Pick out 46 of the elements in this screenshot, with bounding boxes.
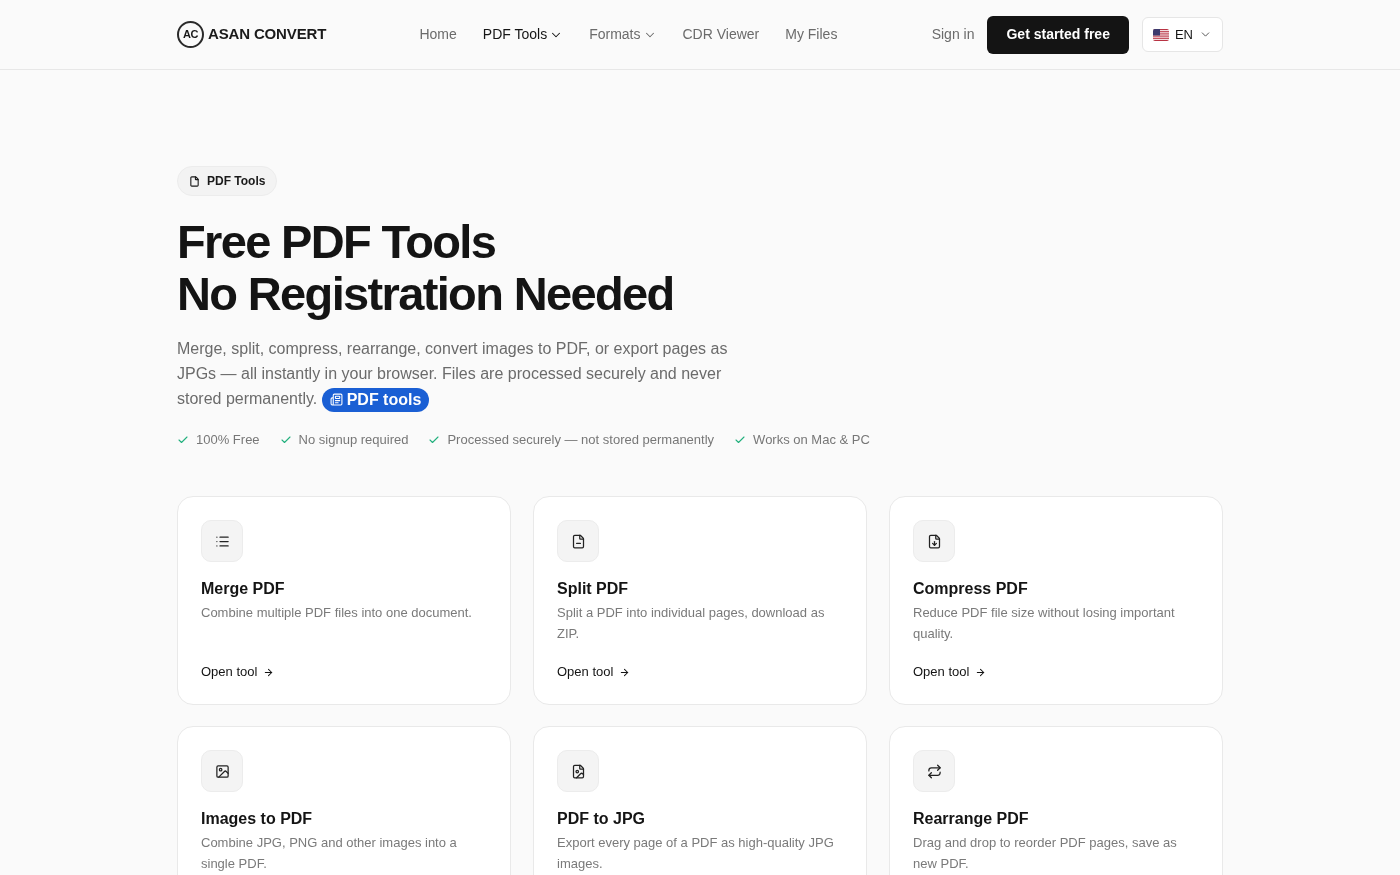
image-icon <box>201 750 243 793</box>
feature-label: Processed securely — not stored permanently <box>447 430 715 449</box>
tool-title: Compress PDF <box>913 579 1029 600</box>
feature-label: No signup required <box>298 430 409 449</box>
hero-description: Merge, split, compress, rearrange, convert images to PDF, or export pages as JPGs — all instantly in your browser. Files are processed securely and never stored permanently. PDF tools <box>177 336 752 412</box>
tool-title: Images to PDF <box>201 809 314 830</box>
pdf-tools-link[interactable]: PDF tools <box>321 387 430 412</box>
logo-monogram: AC <box>177 21 204 48</box>
repeat-arrows-icon <box>913 750 955 793</box>
tool-title: Merge PDF <box>201 579 286 600</box>
tool-description: Export every page of a PDF as high-quality JPG images. <box>557 834 835 874</box>
language-selector[interactable]: EN <box>1141 17 1223 52</box>
nav-link[interactable]: CDR Viewer <box>682 24 760 45</box>
tool-description: Drag and drop to reorder PDF pages, save as new PDF. <box>913 834 1178 874</box>
site-logo[interactable]: AC ASAN CONVERT <box>177 21 327 48</box>
tool-title: Rearrange PDF <box>913 809 1030 830</box>
list-icon <box>201 520 243 563</box>
nav-link[interactable]: PDF Tools <box>482 24 564 45</box>
open-tool-link[interactable]: Open tool <box>201 662 275 683</box>
file-icon <box>189 175 200 187</box>
nav-link[interactable]: My Files <box>785 24 838 45</box>
tool-title: PDF to JPG <box>557 809 646 830</box>
sign-in-link[interactable]: Sign in <box>930 24 976 45</box>
newspaper-icon <box>329 393 343 407</box>
badge-label: PDF Tools <box>207 173 266 190</box>
nav-link[interactable]: Formats <box>589 24 657 45</box>
arrow-right-icon <box>263 666 275 678</box>
file-minus-icon <box>557 520 599 563</box>
tool-description: Reduce PDF file size without losing important quality. <box>913 604 1176 644</box>
logo-wordmark: ASAN CONVERT <box>208 24 327 45</box>
get-started-button[interactable]: Get started free <box>987 15 1129 54</box>
arrow-right-icon <box>975 666 987 678</box>
nav-link[interactable]: Home <box>419 24 457 45</box>
hero-heading: Free PDF Tools No Registration Needed <box>177 216 674 320</box>
tool-description: Combine multiple PDF files into one document. <box>201 604 473 623</box>
arrow-right-icon <box>619 666 631 678</box>
tool-title: Split PDF <box>557 579 630 600</box>
open-tool-link[interactable]: Open tool <box>913 662 987 683</box>
open-tool-link[interactable]: Open tool <box>557 662 631 683</box>
us-flag-icon <box>1152 28 1169 41</box>
feature-label: Works on Mac & PC <box>753 430 870 449</box>
feature-label: 100% Free <box>196 430 260 449</box>
file-image-icon <box>557 750 599 793</box>
tool-description: Combine JPG, PNG and other images into a single PDF. <box>201 834 458 874</box>
tool-description: Split a PDF into individual pages, download as ZIP. <box>557 604 826 644</box>
file-download-icon <box>913 520 955 563</box>
